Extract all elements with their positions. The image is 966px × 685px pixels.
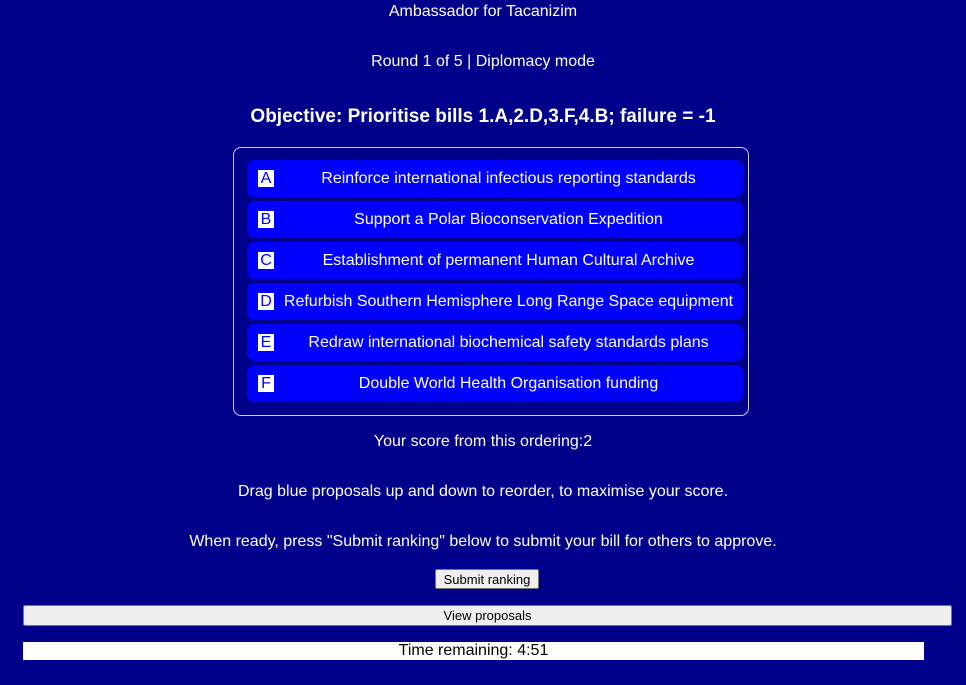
page-title: Ambassador for Tacanizim <box>388 3 578 20</box>
proposal-text: Support a Polar Bioconservation Expediti… <box>354 211 663 228</box>
drag-instructions: Drag blue proposals up and down to reord… <box>237 483 729 500</box>
proposal-list: A Reinforce international infectious rep… <box>233 147 749 416</box>
proposal-letter: A <box>258 170 274 187</box>
objective-heading: Objective: Prioritise bills 1.A,2.D,3.F,… <box>250 106 716 127</box>
proposal-item-b[interactable]: B Support a Polar Bioconservation Expedi… <box>247 201 743 238</box>
proposal-item-c[interactable]: C Establishment of permanent Human Cultu… <box>247 242 743 279</box>
proposal-text: Refurbish Southern Hemisphere Long Range… <box>283 293 734 310</box>
proposal-item-f[interactable]: F Double World Health Organisation fundi… <box>247 365 743 402</box>
proposal-letter: F <box>258 375 274 392</box>
proposal-text: Redraw international biochemical safety … <box>308 334 709 351</box>
proposal-letter: E <box>258 334 274 351</box>
proposal-item-e[interactable]: E Redraw international biochemical safet… <box>247 324 743 361</box>
score-text: Your score from this ordering:2 <box>373 433 593 450</box>
submit-instructions: When ready, press "Submit ranking" below… <box>189 533 777 550</box>
proposal-item-a[interactable]: A Reinforce international infectious rep… <box>247 160 743 197</box>
view-proposals-button[interactable]: View proposals <box>23 605 952 626</box>
round-indicator: Round 1 of 5 | Diplomacy mode <box>371 53 595 70</box>
proposal-text: Reinforce international infectious repor… <box>321 170 696 187</box>
proposal-text: Establishment of permanent Human Cultura… <box>322 252 695 269</box>
proposal-letter: B <box>258 211 274 228</box>
time-remaining-bar: Time remaining: 4:51 <box>23 642 924 660</box>
proposal-item-d[interactable]: D Refurbish Southern Hemisphere Long Ran… <box>247 283 743 320</box>
proposal-letter: D <box>258 293 274 310</box>
proposal-text: Double World Health Organisation funding <box>358 375 659 392</box>
submit-ranking-button[interactable]: Submit ranking <box>435 569 539 589</box>
proposal-letter: C <box>258 252 274 269</box>
